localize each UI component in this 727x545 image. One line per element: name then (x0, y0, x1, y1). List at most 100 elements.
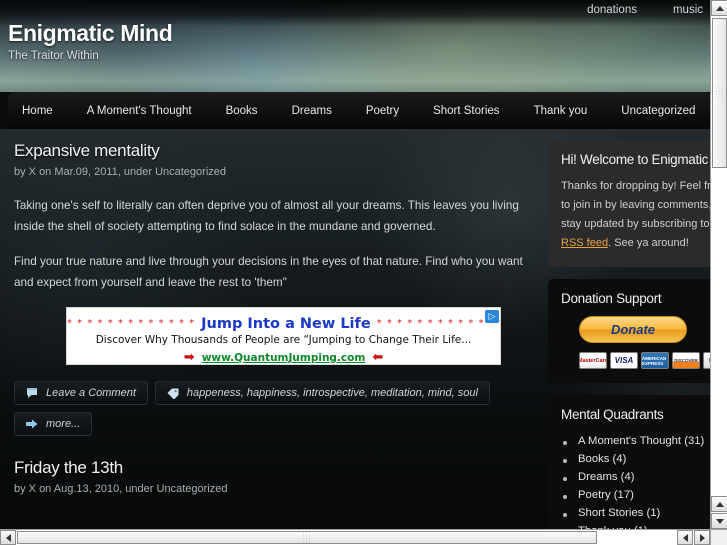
leave-a-comment-button[interactable]: Leave a Comment (14, 381, 148, 405)
category-link-dreams[interactable]: Dreams (4) (578, 471, 635, 483)
post-tags[interactable]: happeness, happiness, introspective, med… (154, 381, 490, 405)
post-friday-the-13th: Friday the 13th by X on Aug.13, 2010, un… (14, 458, 526, 495)
scroll-down-button[interactable] (711, 513, 727, 529)
chevron-left-icon (5, 533, 11, 542)
category-link-short-stories[interactable]: Short Stories (1) (578, 507, 660, 519)
category-list: A Moment's Thought (31) Books (4) Dreams… (561, 432, 710, 529)
nav-item-short-stories[interactable]: Short Stories (416, 105, 516, 117)
ad-headline-row: * * * * * * * * * * * * * Jump Into a New… (67, 313, 500, 332)
rss-feed-link[interactable]: RSS feed (561, 237, 608, 249)
advertisement-banner[interactable]: * * * * * * * * * * * * * Jump Into a New… (66, 307, 501, 365)
post-title[interactable]: Expansive mentality (14, 141, 526, 161)
grip-dots-icon: ::::::::: (715, 86, 724, 100)
post-meta-text: by X on Mar.09, 2011, under (14, 166, 156, 178)
top-navigation: donations music (587, 4, 703, 16)
scroll-left-button[interactable] (0, 530, 16, 545)
chevron-up-icon (715, 5, 724, 11)
list-item[interactable]: Poetry (17) (561, 486, 710, 504)
list-item[interactable]: Thank you (1) (561, 522, 710, 529)
post-footer: Leave a Comment happeness, happiness, in… (14, 381, 526, 405)
read-more-label: more... (46, 418, 81, 430)
list-item[interactable]: A Moment's Thought (31) (561, 432, 710, 450)
nav-item-poetry[interactable]: Poetry (349, 105, 416, 117)
widget-categories-title: Mental Quadrants (561, 407, 664, 422)
arrow-right-icon (26, 419, 38, 429)
widget-welcome-body: Thanks for dropping by! Feel free to joi… (561, 177, 710, 253)
chevron-up-icon (715, 501, 724, 507)
post-expansive-mentality: Expansive mentality by X on Mar.09, 2011… (14, 141, 526, 436)
accepted-cards: MasterCard VISA AMERICAN EXPRESS DISCOVE… (579, 352, 710, 369)
post-title[interactable]: Friday the 13th (14, 458, 526, 478)
list-item[interactable]: Books (4) (561, 450, 710, 468)
widget-donation: Donation Support Donate MasterCard VISA … (548, 279, 710, 383)
sidebar: Hi! Welcome to Enigmatic Mind Thanks for… (548, 129, 710, 529)
nav-item-uncategorized[interactable]: Uncategorized (604, 105, 710, 117)
site-title[interactable]: Enigmatic Mind (8, 20, 173, 47)
discover-logo-icon: DISCOVER (672, 352, 700, 369)
grip-dots-icon: ::::::::: (302, 531, 312, 544)
bank-logo-icon: BANK (703, 352, 710, 369)
list-item[interactable]: Dreams (4) (561, 468, 710, 486)
post-body: Taking one's self to literally can often… (14, 195, 526, 293)
leave-a-comment-label: Leave a Comment (46, 387, 136, 399)
post-meta: by X on Aug.13, 2010, under Uncategorize… (14, 483, 526, 495)
visa-logo-icon: VISA (610, 352, 638, 369)
scrollbar-corner (710, 529, 727, 545)
scroll-left-button-secondary[interactable] (677, 530, 693, 545)
ad-subline: Discover Why Thousands of People are “Ju… (95, 334, 472, 346)
list-item[interactable]: Short Stories (1) (561, 504, 710, 522)
post-paragraph-2: Find your true nature and live through y… (14, 255, 523, 289)
nav-item-dreams[interactable]: Dreams (275, 105, 349, 117)
post-meta-text: by X on Aug.13, 2010, under (14, 483, 157, 495)
widget-categories: Mental Quadrants A Moment's Thought (31)… (548, 395, 710, 529)
ad-url-row: ➡ www.QuantumJumping.com ⬅ (67, 350, 500, 365)
ad-headline: Jump Into a New Life (201, 316, 371, 332)
ad-url-link[interactable]: www.QuantumJumping.com (202, 352, 366, 364)
post-paragraph-1: Taking one's self to literally can often… (14, 199, 519, 233)
welcome-text-before: Thanks for dropping by! Feel free to joi… (561, 180, 710, 230)
horizontal-scrollbar-thumb[interactable]: ::::::::: (17, 531, 597, 544)
post-category-link[interactable]: Uncategorized (155, 166, 226, 178)
nav-item-thank-you[interactable]: Thank you (517, 105, 605, 117)
ad-info-icon[interactable]: ▷ (485, 310, 499, 323)
category-link-books[interactable]: Books (4) (578, 453, 626, 465)
post-tags-label: happeness, happiness, introspective, med… (186, 387, 478, 399)
scroll-right-button[interactable] (694, 530, 710, 545)
donate-button[interactable]: Donate (579, 316, 687, 343)
welcome-text-after: . See ya around! (608, 237, 689, 249)
site-tagline: The Traitor Within (8, 50, 99, 62)
nav-item-home[interactable]: Home (8, 105, 70, 117)
tag-icon (167, 388, 179, 399)
comment-bubble-icon (26, 387, 38, 399)
read-more-button[interactable]: more... (14, 412, 92, 436)
ad-arrow-left-icon: ⬅ (372, 350, 384, 365)
nav-item-books[interactable]: Books (209, 105, 275, 117)
ad-stars-left: * * * * * * * * * * * * * (67, 318, 196, 329)
post-category-link[interactable]: Uncategorized (157, 483, 228, 495)
scroll-up-button[interactable] (711, 0, 727, 16)
ad-stars-right: * * * * * * * * * * * * * (376, 318, 501, 329)
topnav-item-music[interactable]: music (673, 4, 703, 16)
page-body: Expansive mentality by X on Mar.09, 2011… (0, 129, 710, 529)
mastercard-logo-icon: MasterCard (579, 352, 607, 369)
browser-viewport: donations music Enigmatic Mind The Trait… (0, 0, 710, 529)
scroll-up-button-secondary[interactable] (711, 496, 727, 512)
category-link-poetry[interactable]: Poetry (17) (578, 489, 634, 501)
widget-donation-title: Donation Support (561, 291, 662, 306)
widget-welcome: Hi! Welcome to Enigmatic Mind Thanks for… (548, 140, 710, 267)
chevron-right-icon (699, 533, 705, 542)
post-meta: by X on Mar.09, 2011, under Uncategorize… (14, 166, 526, 178)
horizontal-scrollbar[interactable]: ::::::::: (0, 529, 710, 545)
category-link-a-moments-thought[interactable]: A Moment's Thought (31) (578, 435, 704, 447)
main-navigation: Home A Moment's Thought Books Dreams Poe… (8, 92, 710, 129)
topnav-item-donations[interactable]: donations (587, 4, 637, 16)
nav-item-a-moments-thought[interactable]: A Moment's Thought (70, 105, 209, 117)
vertical-scrollbar-thumb[interactable]: ::::::::: (712, 18, 727, 168)
amex-logo-icon: AMERICAN EXPRESS (641, 352, 669, 369)
ad-arrow-right-icon: ➡ (183, 350, 195, 365)
chevron-down-icon (715, 518, 724, 524)
site-header: donations music Enigmatic Mind The Trait… (0, 0, 710, 92)
content-column: Expansive mentality by X on Mar.09, 2011… (0, 129, 540, 529)
vertical-scrollbar[interactable]: ::::::::: (710, 0, 727, 529)
chevron-left-icon (682, 533, 688, 542)
